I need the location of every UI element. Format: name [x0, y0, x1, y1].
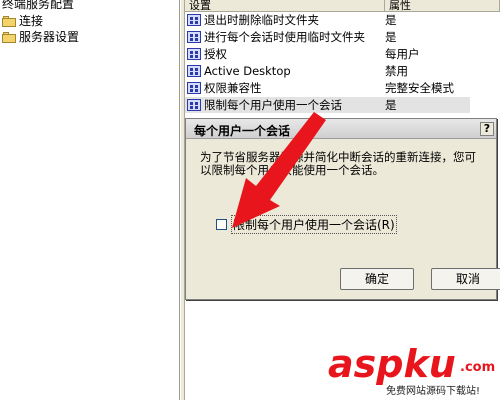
- row-name: 限制每个用户使用一个会话: [204, 98, 342, 112]
- list-row[interactable]: 进行每个会话时使用临时文件夹 是: [185, 29, 470, 45]
- tree-item-label: 连接: [19, 14, 44, 28]
- limit-session-checkbox[interactable]: [216, 219, 227, 230]
- row-name: 退出时删除临时文件夹: [204, 13, 319, 27]
- list-row[interactable]: 授权 每用户: [185, 46, 470, 62]
- checkbox-label[interactable]: 限制每个用户使用一个会话(R): [231, 215, 397, 234]
- row-name: 进行每个会话时使用临时文件夹: [204, 30, 365, 44]
- session-limit-dialog: 每个用户一个会话 ? 为了节省服务器资源并简化中断会话的重新连接，您可 以限制每…: [185, 118, 500, 300]
- row-name: 授权: [204, 47, 227, 61]
- folder-icon: [2, 31, 16, 43]
- limit-session-checkbox-row[interactable]: 限制每个用户使用一个会话(R): [216, 215, 397, 234]
- tree-item-server-settings[interactable]: 服务器设置: [2, 29, 79, 45]
- list-row[interactable]: 退出时删除临时文件夹 是: [185, 12, 470, 28]
- tree-item-label: 终端服务配置: [2, 0, 75, 11]
- dialog-titlebar[interactable]: 每个用户一个会话 ?: [186, 119, 496, 139]
- ok-button[interactable]: 确定: [340, 268, 414, 290]
- setting-icon: [187, 99, 201, 111]
- watermark-logo: aspku .com 免费网站源码下载站!: [328, 342, 498, 398]
- row-attr: 每用户: [385, 47, 420, 61]
- setting-icon: [187, 65, 201, 77]
- list-row[interactable]: 限制每个用户使用一个会话 是: [185, 97, 470, 113]
- row-attr: 是: [385, 98, 397, 112]
- row-attr: 完整安全模式: [385, 81, 454, 95]
- setting-icon: [187, 14, 201, 26]
- cancel-button[interactable]: 取消: [431, 268, 500, 290]
- dialog-description: 为了节省服务器资源并简化中断会话的重新连接，您可 以限制每个用户只能使用一个会话…: [200, 151, 500, 177]
- setting-icon: [187, 48, 201, 60]
- tree-pane: 终端服务配置 连接 服务器设置: [0, 0, 180, 400]
- help-button[interactable]: ?: [480, 122, 494, 136]
- list-row[interactable]: Active Desktop 禁用: [185, 63, 470, 79]
- tree-item-connections[interactable]: 连接: [2, 13, 43, 29]
- column-header-attribute[interactable]: 属性: [385, 0, 500, 12]
- row-attr: 禁用: [385, 64, 408, 78]
- folder-icon: [2, 15, 16, 27]
- description-line: 以限制每个用户只能使用一个会话。: [200, 163, 384, 177]
- list-row[interactable]: 权限兼容性 完整安全模式: [185, 80, 470, 96]
- setting-icon: [187, 82, 201, 94]
- setting-icon: [187, 31, 201, 43]
- watermark-tagline: 免费网站源码下载站!: [386, 386, 481, 397]
- tree-item-label: 服务器设置: [19, 30, 80, 44]
- dialog-title: 每个用户一个会话: [194, 124, 291, 138]
- row-name: 权限兼容性: [204, 81, 262, 95]
- row-name: Active Desktop: [204, 64, 291, 78]
- tree-item-root[interactable]: 终端服务配置: [2, 0, 74, 12]
- row-attr: 是: [385, 30, 397, 44]
- watermark-logo-text: aspku: [328, 342, 456, 386]
- row-attr: 是: [385, 13, 397, 27]
- watermark-domain: .com: [460, 360, 496, 375]
- column-header-setting[interactable]: 设置: [185, 0, 385, 12]
